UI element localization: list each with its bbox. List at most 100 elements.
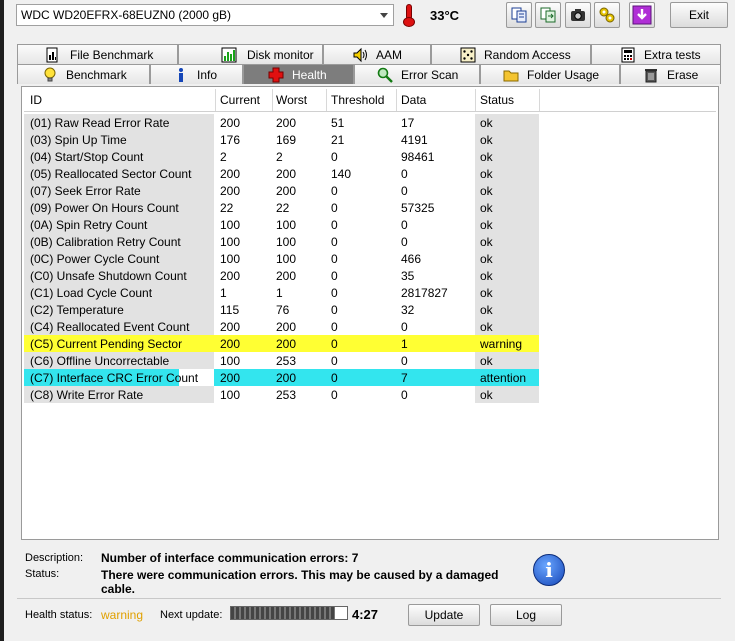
table-row[interactable]: (C0) Unsafe Shutdown Count 200 200 0 35 ok bbox=[24, 267, 624, 284]
cell-data: 17 bbox=[401, 116, 415, 130]
tab-disk-monitor[interactable]: Disk monitor bbox=[178, 44, 323, 64]
cell-id: (01) Raw Read Error Rate bbox=[30, 116, 170, 130]
cell-data: 0 bbox=[401, 167, 408, 181]
tab-row-bottom: Benchmark Info Health Error Scan Folder … bbox=[17, 64, 721, 84]
tab-erase[interactable]: Erase bbox=[620, 64, 721, 84]
cell-worst: 22 bbox=[276, 201, 290, 215]
next-update-label: Next update: bbox=[160, 609, 223, 621]
tab-random-access[interactable]: Random Access bbox=[431, 44, 591, 64]
column-header-data[interactable]: Data bbox=[401, 93, 426, 107]
copy-icon bbox=[511, 7, 527, 23]
cell-data: 32 bbox=[401, 303, 415, 317]
column-header-current[interactable]: Current bbox=[220, 93, 260, 107]
cell-data: 0 bbox=[401, 235, 408, 249]
screenshot-button[interactable] bbox=[565, 2, 591, 28]
cell-status: ok bbox=[480, 167, 493, 181]
table-row[interactable]: (0C) Power Cycle Count 100 100 0 466 ok bbox=[24, 250, 624, 267]
table-row[interactable]: (C5) Current Pending Sector 200 200 0 1 warni… bbox=[24, 335, 624, 352]
cell-current: 200 bbox=[220, 184, 241, 198]
cell-threshold: 0 bbox=[331, 218, 338, 232]
export-button[interactable] bbox=[535, 2, 561, 28]
cell-threshold: 0 bbox=[331, 184, 338, 198]
app-window: WDC WD20EFRX-68EUZN0 (2000 gB) 33°C Exit… bbox=[4, 0, 735, 641]
table-row[interactable]: (01) Raw Read Error Rate 200 200 51 17 ok bbox=[24, 114, 624, 131]
trash-icon bbox=[645, 69, 657, 83]
copy-button[interactable] bbox=[506, 2, 532, 28]
tab-error-scan[interactable]: Error Scan bbox=[354, 64, 480, 84]
column-header-status[interactable]: Status bbox=[480, 93, 514, 107]
cell-worst: 100 bbox=[276, 218, 297, 232]
tab-benchmark[interactable]: Benchmark bbox=[17, 64, 150, 84]
cell-worst: 169 bbox=[276, 133, 297, 147]
table-row[interactable]: (C7) Interface CRC Error Count 200 200 0 7 at… bbox=[24, 369, 624, 386]
table-row[interactable]: (0A) Spin Retry Count 100 100 0 0 ok bbox=[24, 216, 624, 233]
column-header-threshold[interactable]: Threshold bbox=[331, 93, 384, 107]
cell-worst: 100 bbox=[276, 252, 297, 266]
health-status-value: warning bbox=[101, 608, 144, 622]
cell-id: (C8) Write Error Rate bbox=[30, 388, 144, 402]
cell-id: (07) Seek Error Rate bbox=[30, 184, 141, 198]
cell-data: 466 bbox=[401, 252, 422, 266]
tab-aam[interactable]: AAM bbox=[323, 44, 431, 64]
cell-worst: 2 bbox=[276, 150, 283, 164]
tab-label: Benchmark bbox=[66, 68, 127, 82]
table-row[interactable]: (07) Seek Error Rate 200 200 0 0 ok bbox=[24, 182, 624, 199]
column-header-worst[interactable]: Worst bbox=[276, 93, 307, 107]
column-header-id[interactable]: ID bbox=[30, 93, 42, 107]
tab-label: Extra tests bbox=[644, 48, 701, 62]
update-button[interactable]: Update bbox=[408, 604, 480, 626]
cell-id: (09) Power On Hours Count bbox=[30, 201, 179, 215]
cell-worst: 253 bbox=[276, 354, 297, 368]
table-row[interactable]: (C2) Temperature 115 76 0 32 ok bbox=[24, 301, 624, 318]
cell-id: (05) Reallocated Sector Count bbox=[30, 167, 192, 181]
tab-label: Disk monitor bbox=[247, 48, 314, 62]
drive-select[interactable]: WDC WD20EFRX-68EUZN0 (2000 gB) bbox=[16, 4, 394, 26]
tab-label: Erase bbox=[667, 68, 699, 82]
table-row[interactable]: (05) Reallocated Sector Count 200 200 140 0 o… bbox=[24, 165, 624, 182]
smart-attributes-table[interactable]: ID Current Worst Threshold Data Status (… bbox=[21, 86, 719, 540]
cell-current: 100 bbox=[220, 252, 241, 266]
folder-icon bbox=[503, 70, 519, 82]
download-button[interactable] bbox=[629, 2, 655, 28]
table-row[interactable]: (C4) Reallocated Event Count 200 200 0 0 ok bbox=[24, 318, 624, 335]
magnifier-icon bbox=[377, 67, 393, 83]
cell-status: ok bbox=[480, 354, 493, 368]
tab-health[interactable]: Health bbox=[243, 64, 354, 84]
log-button[interactable]: Log bbox=[490, 604, 562, 626]
status-text-line2: cable. bbox=[101, 582, 136, 596]
next-update-countdown: 4:27 bbox=[352, 607, 379, 622]
table-row[interactable]: (0B) Calibration Retry Count 100 100 0 0 ok bbox=[24, 233, 624, 250]
cell-threshold: 21 bbox=[331, 133, 345, 147]
cell-current: 100 bbox=[220, 354, 241, 368]
tab-label: Info bbox=[197, 68, 218, 82]
table-row[interactable]: (C6) Offline Uncorrectable 100 253 0 0 ok bbox=[24, 352, 624, 369]
info-icon[interactable]: i bbox=[533, 554, 565, 586]
tab-folder-usage[interactable]: Folder Usage bbox=[480, 64, 620, 84]
cell-current: 100 bbox=[220, 388, 241, 402]
cell-threshold: 0 bbox=[331, 201, 338, 215]
tab-info[interactable]: Info bbox=[150, 64, 243, 84]
health-status-label: Health status: bbox=[25, 609, 93, 621]
progress-fill bbox=[231, 607, 336, 619]
table-row[interactable]: (09) Power On Hours Count 22 22 0 57325 ok bbox=[24, 199, 624, 216]
tools-button[interactable] bbox=[594, 2, 620, 28]
cell-worst: 253 bbox=[276, 388, 297, 402]
table-row[interactable]: (04) Start/Stop Count 2 2 0 98461 ok bbox=[24, 148, 624, 165]
cell-status: ok bbox=[480, 303, 493, 317]
chevron-down-icon[interactable] bbox=[375, 5, 393, 25]
cell-worst: 76 bbox=[276, 303, 290, 317]
tab-extra-tests[interactable]: Extra tests bbox=[591, 44, 721, 64]
cell-current: 200 bbox=[220, 320, 241, 334]
table-row[interactable]: (C1) Load Cycle Count 1 1 0 2817827 ok bbox=[24, 284, 624, 301]
table-row[interactable]: (03) Spin Up Time 176 169 21 4191 ok bbox=[24, 131, 624, 148]
cell-status: ok bbox=[480, 218, 493, 232]
next-update-progress bbox=[230, 606, 348, 620]
exit-button[interactable]: Exit bbox=[670, 2, 728, 28]
table-row[interactable]: (C8) Write Error Rate 100 253 0 0 ok bbox=[24, 386, 624, 403]
table-header: ID Current Worst Threshold Data Status bbox=[24, 89, 716, 112]
tab-file-benchmark[interactable]: File Benchmark bbox=[17, 44, 178, 64]
cell-threshold: 0 bbox=[331, 235, 338, 249]
cell-data: 35 bbox=[401, 269, 415, 283]
cell-data: 0 bbox=[401, 320, 408, 334]
cell-current: 2 bbox=[220, 150, 227, 164]
